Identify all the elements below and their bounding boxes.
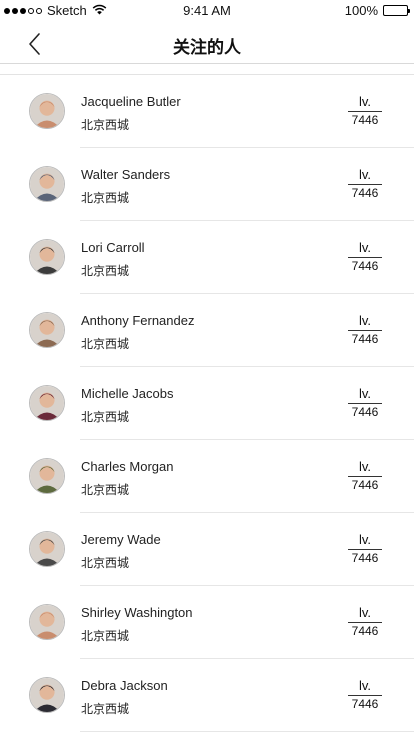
level-badge: lv. 7446 <box>348 679 382 711</box>
level-label: lv. <box>358 386 372 401</box>
level-label: lv. <box>358 167 372 182</box>
follow-city: 北京西城 <box>81 118 130 132</box>
follow-city: 北京西城 <box>81 337 130 351</box>
level-number: 7446 <box>351 259 379 273</box>
level-divider <box>348 549 382 550</box>
battery-icon <box>383 5 410 16</box>
avatar[interactable] <box>29 312 65 348</box>
follow-name: Lori Carroll <box>81 240 145 255</box>
follow-city: 北京西城 <box>81 483 130 497</box>
level-divider <box>348 695 382 696</box>
level-number: 7446 <box>351 405 379 419</box>
level-label: lv. <box>358 240 372 255</box>
avatar[interactable] <box>29 677 65 713</box>
follow-city: 北京西城 <box>81 264 130 278</box>
level-label: lv. <box>358 313 372 328</box>
follow-name: Walter Sanders <box>81 167 171 182</box>
level-divider <box>348 476 382 477</box>
list-item[interactable]: Charles Morgan 北京西城 lv. 7446 <box>0 440 414 513</box>
follow-list: Jacqueline Butler 北京西城 lv. 7446 Walter Sande… <box>0 74 414 732</box>
level-badge: lv. 7446 <box>348 606 382 638</box>
level-label: lv. <box>358 459 372 474</box>
status-bar: Sketch 9:41 AM 100% <box>0 0 414 22</box>
page-title: 关注的人 <box>173 38 241 57</box>
level-label: lv. <box>358 94 372 109</box>
status-right: 100% <box>344 3 410 18</box>
level-number: 7446 <box>351 478 379 492</box>
level-number: 7446 <box>351 113 379 127</box>
level-divider <box>348 330 382 331</box>
avatar[interactable] <box>29 604 65 640</box>
list-item[interactable]: Anthony Fernandez 北京西城 lv. 7446 <box>0 294 414 367</box>
level-badge: lv. 7446 <box>348 95 382 127</box>
avatar[interactable] <box>29 531 65 567</box>
avatar[interactable] <box>29 166 65 202</box>
level-badge: lv. 7446 <box>348 168 382 200</box>
list-item[interactable]: Jacqueline Butler 北京西城 lv. 7446 <box>0 75 414 148</box>
avatar[interactable] <box>29 385 65 421</box>
follow-name: Debra Jackson <box>81 678 168 693</box>
follow-city: 北京西城 <box>81 556 130 570</box>
level-number: 7446 <box>351 624 379 638</box>
follow-name: Anthony Fernandez <box>81 313 195 328</box>
follow-name: Shirley Washington <box>81 605 193 620</box>
level-badge: lv. 7446 <box>348 314 382 346</box>
level-number: 7446 <box>351 551 379 565</box>
nav-bar: 关注的人 <box>0 22 414 64</box>
level-number: 7446 <box>351 697 379 711</box>
level-divider <box>348 257 382 258</box>
follow-city: 北京西城 <box>81 702 130 716</box>
follow-name: Jeremy Wade <box>81 532 161 547</box>
level-badge: lv. 7446 <box>348 387 382 419</box>
level-number: 7446 <box>351 186 379 200</box>
level-divider <box>348 403 382 404</box>
level-number: 7446 <box>351 332 379 346</box>
list-item[interactable]: Walter Sanders 北京西城 lv. 7446 <box>0 148 414 221</box>
level-divider <box>348 622 382 623</box>
level-badge: lv. 7446 <box>348 460 382 492</box>
level-badge: lv. 7446 <box>348 241 382 273</box>
follow-city: 北京西城 <box>81 191 130 205</box>
level-label: lv. <box>358 532 372 547</box>
level-label: lv. <box>358 605 372 620</box>
follow-name: Michelle Jacobs <box>81 386 174 401</box>
level-divider <box>348 184 382 185</box>
avatar[interactable] <box>29 93 65 129</box>
list-item[interactable]: Shirley Washington 北京西城 lv. 7446 <box>0 586 414 659</box>
follow-city: 北京西城 <box>81 410 130 424</box>
list-item[interactable]: Michelle Jacobs 北京西城 lv. 7446 <box>0 367 414 440</box>
list-item[interactable]: Debra Jackson 北京西城 lv. 7446 <box>0 659 414 732</box>
avatar[interactable] <box>29 458 65 494</box>
battery-percent: 100% <box>344 3 378 18</box>
level-label: lv. <box>358 678 372 693</box>
follow-name: Charles Morgan <box>81 459 174 474</box>
avatar[interactable] <box>29 239 65 275</box>
list-item[interactable]: Jeremy Wade 北京西城 lv. 7446 <box>0 513 414 586</box>
follow-name: Jacqueline Butler <box>81 94 181 109</box>
follow-city: 北京西城 <box>81 629 130 643</box>
level-badge: lv. 7446 <box>348 533 382 565</box>
list-item[interactable]: Lori Carroll 北京西城 lv. 7446 <box>0 221 414 294</box>
level-divider <box>348 111 382 112</box>
